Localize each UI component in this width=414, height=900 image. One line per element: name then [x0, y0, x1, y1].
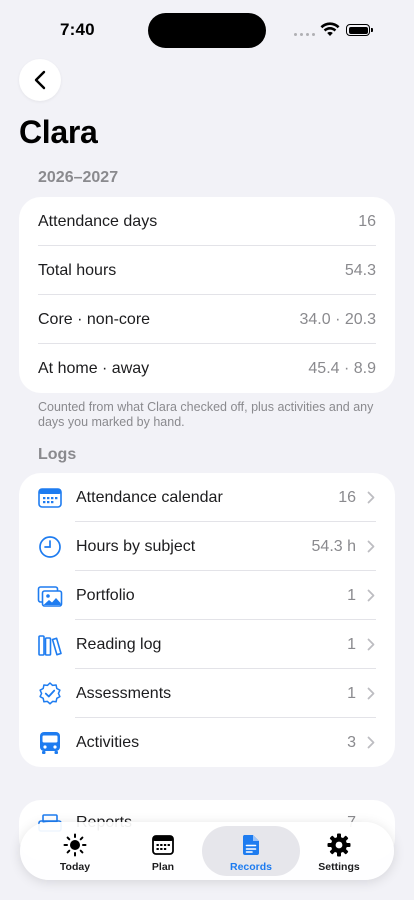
log-item-label: Attendance calendar [76, 489, 223, 506]
tab-bar: Today Plan Records Settings [20, 822, 394, 880]
log-item-label: Portfolio [76, 587, 135, 604]
page-title: Clara [19, 114, 98, 150]
tab-label: Plan [151, 861, 175, 873]
checkmark-seal-icon [39, 682, 61, 705]
sun-icon [63, 833, 87, 857]
chevron-right-icon [367, 491, 375, 504]
log-item-portfolio[interactable]: Portfolio 1 [19, 571, 395, 620]
log-item-label: Hours by subject [76, 538, 196, 555]
chevron-right-icon [367, 687, 375, 700]
log-item-attendance-calendar[interactable]: Attendance calendar 16 [19, 473, 395, 522]
tab-records[interactable]: Records [202, 826, 300, 876]
log-item-value: 1 [347, 587, 356, 604]
summary-row-value: 16 [358, 213, 376, 230]
logs-card: Attendance calendar 16 Hours by subject … [19, 473, 395, 767]
document-icon [242, 835, 259, 855]
dynamic-island [148, 13, 266, 48]
summary-card: Attendance days 16 Total hours 54.3 Core… [19, 197, 395, 393]
log-item-reading-log[interactable]: Reading log 1 [19, 620, 395, 669]
tab-label: Settings [318, 861, 360, 873]
log-item-label: Activities [76, 734, 140, 751]
log-item-activities[interactable]: Activities 3 [19, 718, 395, 767]
summary-row-label: At home · away [38, 360, 150, 377]
books-icon [38, 635, 62, 656]
tab-label: Records [229, 861, 272, 873]
status-bar: 7:40 [0, 0, 414, 60]
signal-icon [294, 33, 315, 36]
log-item-assessments[interactable]: Assessments 1 [19, 669, 395, 718]
chevron-left-icon [34, 70, 46, 90]
bus-icon [40, 732, 60, 754]
log-item-hours-by-subject[interactable]: Hours by subject 54.3 h [19, 522, 395, 571]
log-item-value: 54.3 h [311, 538, 356, 555]
log-item-label: Assessments [76, 685, 172, 702]
photos-icon [37, 586, 63, 607]
log-item-label: Reading log [76, 636, 162, 653]
status-time: 7:40 [60, 20, 95, 39]
summary-row-value: 34.0 · 20.3 [299, 311, 377, 328]
battery-icon [346, 24, 373, 36]
chevron-right-icon [367, 736, 375, 749]
summary-footnote: Counted from what Clara checked off, plu… [38, 400, 374, 429]
clock-icon [39, 536, 61, 558]
chevron-right-icon [367, 589, 375, 602]
summary-row-label: Attendance days [38, 213, 158, 230]
summary-row-value: 54.3 [344, 262, 376, 279]
log-item-value: 16 [338, 489, 356, 506]
year-label: 2026–2027 [38, 169, 119, 186]
tab-label: Today [59, 861, 91, 873]
back-button[interactable] [19, 59, 61, 101]
tab-settings[interactable]: Settings [290, 826, 388, 876]
summary-row-value: 45.4 · 8.9 [308, 360, 376, 377]
summary-row: Core · non-core 34.0 · 20.3 [19, 295, 395, 344]
summary-row-label: Total hours [38, 262, 117, 279]
chevron-right-icon [367, 540, 375, 553]
gear-icon [327, 833, 351, 857]
summary-row: At home · away 45.4 · 8.9 [19, 344, 395, 393]
summary-row: Total hours 54.3 [19, 246, 395, 295]
summary-row-label: Core · non-core [38, 311, 151, 328]
chevron-right-icon [367, 638, 375, 651]
tab-today[interactable]: Today [26, 826, 124, 876]
log-item-value: 3 [347, 734, 356, 751]
summary-row: Attendance days 16 [19, 197, 395, 246]
log-item-value: 1 [347, 685, 356, 702]
wifi-icon [320, 22, 340, 36]
logs-section-label: Logs [38, 446, 77, 463]
tab-plan[interactable]: Plan [114, 826, 212, 876]
calendar-grid-icon [152, 835, 174, 855]
calendar-icon [38, 488, 62, 508]
log-item-value: 1 [347, 636, 356, 653]
